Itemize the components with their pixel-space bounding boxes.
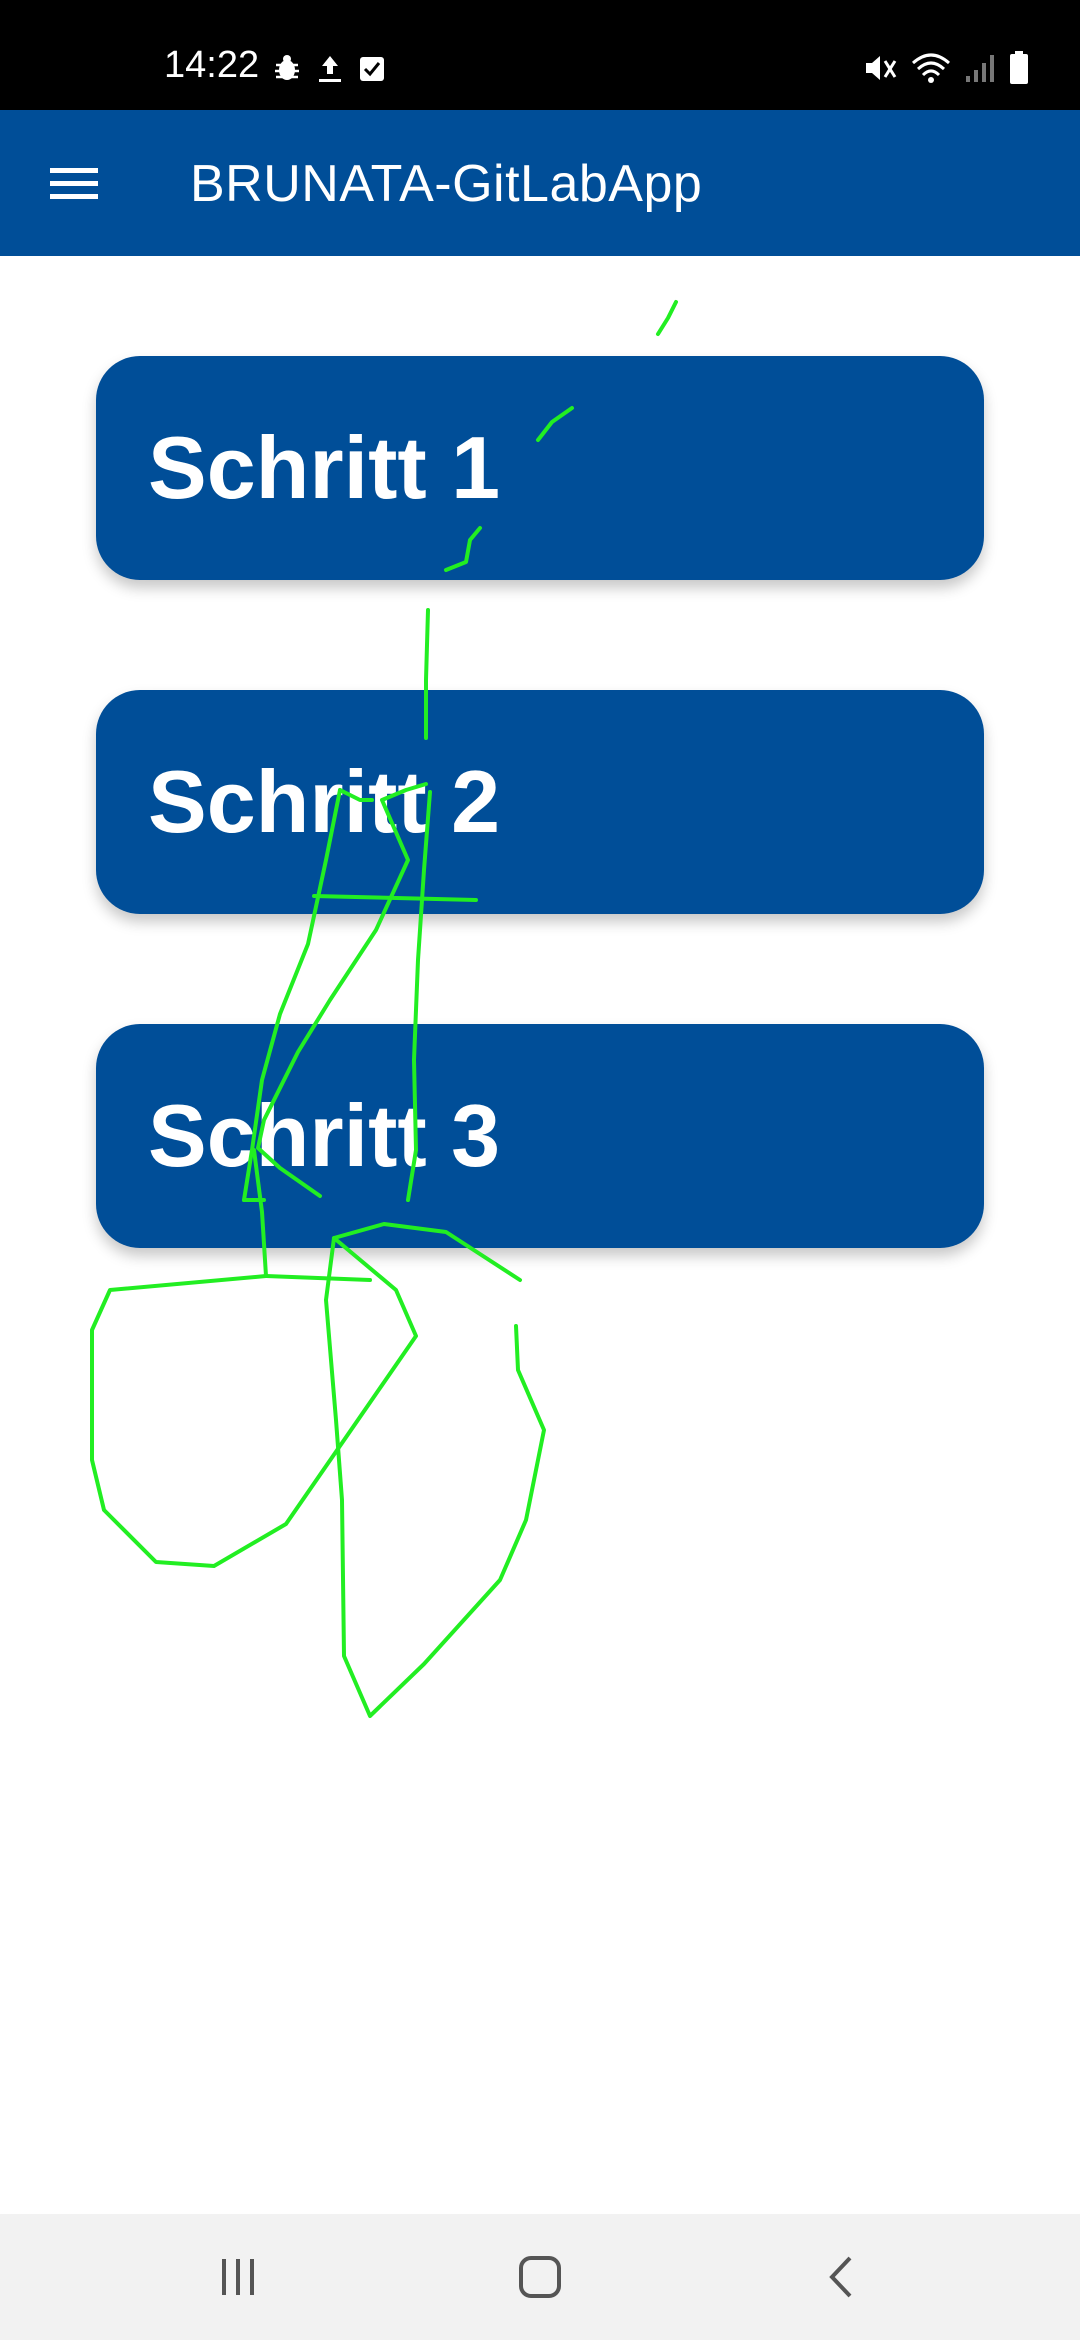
status-right-icons [862, 50, 1030, 86]
step-3-button[interactable]: Schritt 3 [96, 1024, 984, 1248]
bug-icon [272, 53, 302, 83]
checkbox-icon [358, 53, 386, 83]
mute-icon [862, 51, 898, 85]
wifi-icon [910, 51, 952, 85]
hamburger-menu-icon [50, 168, 98, 199]
upload-icon [316, 52, 344, 84]
step-2-label: Schritt 2 [148, 752, 501, 851]
recents-icon [222, 2259, 254, 2295]
home-icon [519, 2256, 561, 2298]
screen: 14:22 BRUNATA-GitLabApp Schritt 1 Schrit… [0, 0, 1080, 2340]
back-button[interactable] [782, 2232, 902, 2322]
status-bar: 14:22 [0, 0, 1080, 110]
step-2-button[interactable]: Schritt 2 [96, 690, 984, 914]
status-time: 14:22 [164, 44, 260, 86]
step-3-label: Schritt 3 [148, 1086, 501, 1185]
menu-button[interactable] [36, 146, 112, 222]
home-button[interactable] [480, 2232, 600, 2322]
navigation-bar [0, 2214, 1080, 2340]
back-icon [829, 2256, 852, 2298]
step-1-button[interactable]: Schritt 1 [96, 356, 984, 580]
app-title: BRUNATA-GitLabApp [190, 155, 703, 213]
battery-icon [1008, 50, 1030, 86]
step-1-label: Schritt 1 [148, 418, 501, 517]
recents-button[interactable] [178, 2232, 298, 2322]
status-left-icons [272, 52, 386, 84]
signal-icon [964, 52, 996, 84]
app-bar: BRUNATA-GitLabApp [0, 110, 1080, 256]
